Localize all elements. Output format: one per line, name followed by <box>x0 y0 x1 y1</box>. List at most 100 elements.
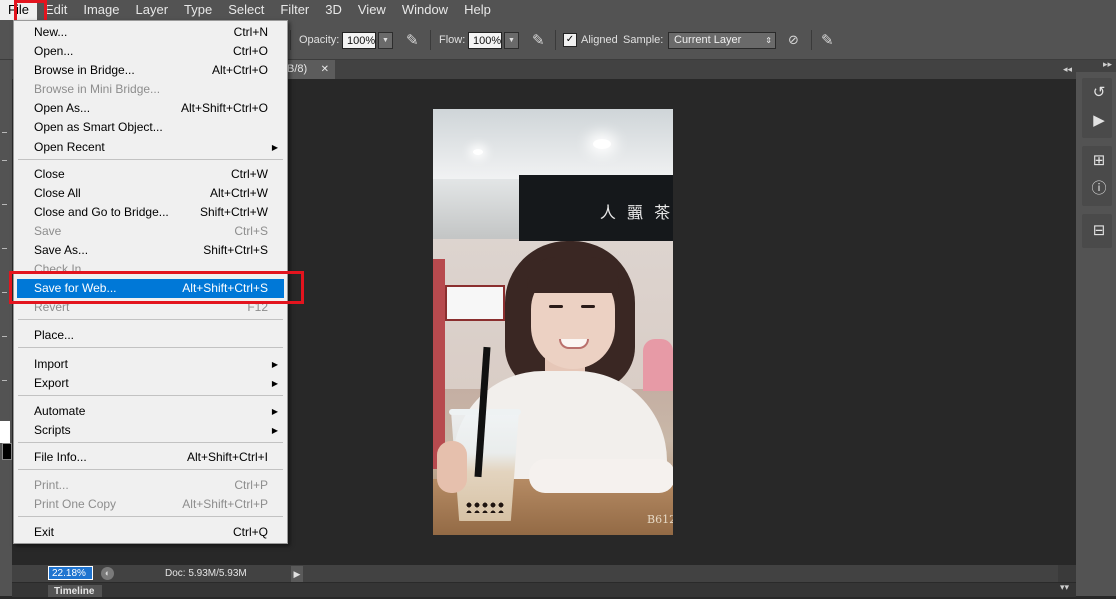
menu-item-label: Open As... <box>34 101 91 115</box>
tool-group-marker <box>2 292 7 293</box>
horizontal-scrollbar-end[interactable] <box>1058 565 1076 582</box>
timeline-tab[interactable]: Timeline <box>48 585 102 597</box>
menu-item-save-as[interactable]: Save As... Shift+Ctrl+S <box>17 241 284 260</box>
menu-item-label: Export <box>34 376 69 390</box>
menu-item-close-and-go-to-bridge[interactable]: Close and Go to Bridge... Shift+Ctrl+W <box>17 203 284 222</box>
menu-item-import[interactable]: Import ▶ <box>17 355 284 374</box>
menu-item-open[interactable]: Open... Ctrl+O <box>17 42 284 61</box>
menu-item-save: Save Ctrl+S <box>17 222 284 241</box>
background-color-swatch[interactable] <box>2 443 12 460</box>
foreground-color-swatch[interactable] <box>0 421 10 443</box>
tool-group-marker <box>2 248 7 249</box>
menu-item-shortcut: Shift+Ctrl+S <box>203 243 268 257</box>
menu-filter[interactable]: Filter <box>272 0 317 20</box>
menu-item-label: Browse in Bridge... <box>34 63 135 77</box>
status-info-icon[interactable]: ◐ <box>101 567 114 580</box>
menu-item-label: Automate <box>34 404 86 418</box>
menu-item-scripts[interactable]: Scripts ▶ <box>17 421 284 440</box>
opacity-input[interactable]: 100% <box>342 31 376 49</box>
menu-item-exit[interactable]: Exit Ctrl+Q <box>17 523 284 542</box>
tool-group-marker <box>2 160 7 161</box>
menu-item-revert: Revert F12 <box>17 298 284 317</box>
menu-select[interactable]: Select <box>220 0 272 20</box>
photo-sign-glyphs: 茶 麗 人 <box>597 203 671 222</box>
menu-view[interactable]: View <box>350 0 394 20</box>
menu-item-open-as[interactable]: Open As... Alt+Shift+Ctrl+O <box>17 99 284 118</box>
zoom-input[interactable]: 22.18% <box>48 566 93 580</box>
tool-group-marker <box>2 336 7 337</box>
menu-separator <box>18 347 283 348</box>
options-separator <box>555 30 556 50</box>
menu-file[interactable]: File <box>0 0 37 20</box>
menu-item-save-for-web[interactable]: Save for Web... Alt+Shift+Ctrl+S <box>17 279 284 298</box>
photo-watermark: B612 <box>647 513 673 526</box>
menu-item-place[interactable]: Place... <box>17 326 284 345</box>
tool-group-marker <box>2 132 7 133</box>
menu-window[interactable]: Window <box>394 0 456 20</box>
flow-input[interactable]: 100% <box>468 31 502 49</box>
photo-red-wall <box>433 259 445 469</box>
menu-item-label: Save As... <box>34 243 89 257</box>
menu-layer[interactable]: Layer <box>128 0 177 20</box>
menu-item-new[interactable]: New... Ctrl+N <box>17 23 284 42</box>
timeline-panel <box>12 582 1076 597</box>
menu-item-close[interactable]: Close Ctrl+W <box>17 165 284 184</box>
menu-item-file-info[interactable]: File Info... Alt+Shift+Ctrl+I <box>17 448 284 467</box>
properties-icon[interactable]: ⊞ <box>1090 152 1108 170</box>
menu-item-label: Import <box>34 357 69 371</box>
options-separator <box>290 30 291 50</box>
menu-item-shortcut: Alt+Shift+Ctrl+O <box>180 101 268 115</box>
flow-dropdown-button[interactable]: ▼ <box>504 31 519 49</box>
menu-item-shortcut: Alt+Ctrl+W <box>209 186 268 200</box>
close-icon[interactable]: ✕ <box>321 60 329 79</box>
menu-item-automate[interactable]: Automate ▶ <box>17 402 284 421</box>
updown-arrow-icon: ⇕ <box>765 36 772 45</box>
sample-select[interactable]: Current Layer ⇕ <box>668 32 776 49</box>
double-chevron-icon[interactable]: ▸▸ <box>1103 59 1112 70</box>
menu-bar: File Edit Image Layer Type Select Filter… <box>0 0 1116 20</box>
double-chevron-icon[interactable]: ▾▾ <box>1060 582 1069 593</box>
menu-3d[interactable]: 3D <box>317 0 350 20</box>
menu-item-shortcut: F12 <box>247 300 268 314</box>
status-menu-arrow-icon[interactable]: ▶ <box>291 566 303 582</box>
menu-item-shortcut: Ctrl+Q <box>232 525 268 539</box>
ignore-adjustment-layers-icon[interactable]: ⊘ <box>788 20 799 60</box>
info-icon[interactable]: ⓘ <box>1090 180 1108 198</box>
photo-ceiling <box>433 109 673 179</box>
sample-select-value: Current Layer <box>674 34 742 46</box>
clone-source-icon[interactable]: ⊟ <box>1090 222 1108 240</box>
menu-image[interactable]: Image <box>75 0 127 20</box>
menu-item-browse-in-mini-bridge: Browse in Mini Bridge... <box>17 80 284 99</box>
menu-item-open-recent[interactable]: Open Recent ▶ <box>17 138 284 157</box>
right-panel-header: ▸▸ <box>1076 59 1116 72</box>
pressure-opacity-icon[interactable]: ✎ <box>406 20 419 60</box>
menu-item-label: File Info... <box>34 450 87 464</box>
menu-item-export[interactable]: Export ▶ <box>17 374 284 393</box>
triangle-right-icon: ▶ <box>271 426 278 435</box>
menu-separator <box>18 159 283 160</box>
menu-item-browse-in-bridge[interactable]: Browse in Bridge... Alt+Ctrl+O <box>17 61 284 80</box>
menu-item-label: Save for Web... <box>34 281 117 295</box>
menu-edit[interactable]: Edit <box>37 0 75 20</box>
airbrush-icon[interactable]: ✎ <box>532 20 545 60</box>
menu-item-print-one-copy: Print One Copy Alt+Shift+Ctrl+P <box>17 495 284 514</box>
triangle-right-icon: ▶ <box>271 379 278 388</box>
photo-ceiling-light <box>593 139 611 149</box>
photo-tapioca-pearls <box>465 501 505 513</box>
menu-item-shortcut: Ctrl+N <box>233 25 268 39</box>
menu-item-shortcut: Ctrl+O <box>232 44 268 58</box>
pressure-size-icon[interactable]: ✎ <box>821 20 834 60</box>
double-chevron-icon[interactable]: ◂◂ <box>1059 60 1076 79</box>
menu-type[interactable]: Type <box>176 0 220 20</box>
menu-item-open-as-smart-object[interactable]: Open as Smart Object... <box>17 118 284 137</box>
play-icon[interactable]: ▶ <box>1090 112 1108 130</box>
menu-item-close-all[interactable]: Close All Alt+Ctrl+W <box>17 184 284 203</box>
menu-item-label: Open... <box>34 44 74 58</box>
history-icon[interactable]: ↺ <box>1090 84 1108 102</box>
menu-item-shortcut: Alt+Shift+Ctrl+S <box>182 281 268 295</box>
aligned-label: Aligned <box>581 34 618 46</box>
document-photo[interactable]: 茶 麗 人 B612 <box>433 109 673 535</box>
opacity-dropdown-button[interactable]: ▼ <box>378 31 393 49</box>
menu-help[interactable]: Help <box>456 0 499 20</box>
aligned-checkbox[interactable]: ✓ <box>563 33 577 47</box>
